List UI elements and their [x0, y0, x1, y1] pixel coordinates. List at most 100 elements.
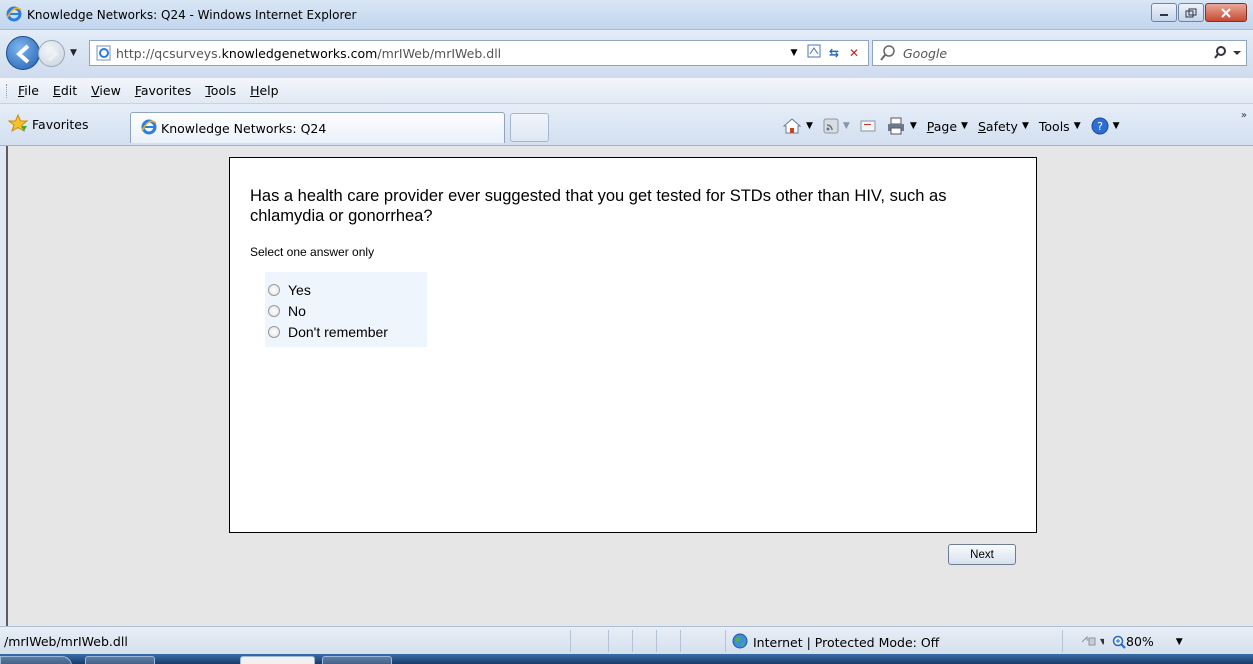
- feeds-button[interactable]: ▼: [823, 118, 850, 134]
- tools-menu-label: Tools: [1038, 118, 1070, 134]
- option-no[interactable]: No: [265, 300, 427, 321]
- instruction-text: Select one answer only: [250, 245, 375, 259]
- protected-mode-icon[interactable]: ▼: [1080, 633, 1107, 650]
- survey-card: Has a health care provider ever suggeste…: [229, 157, 1037, 533]
- new-tab-button[interactable]: [510, 113, 549, 142]
- safety-menu[interactable]: Safety ▼: [978, 119, 1029, 134]
- globe-icon: [732, 633, 748, 652]
- safety-menu-label: Safety: [977, 118, 1018, 134]
- taskbar-item[interactable]: [240, 656, 315, 664]
- page-menu-label: Page: [926, 118, 958, 134]
- tab-title: Knowledge Networks: Q24: [161, 120, 327, 136]
- start-button[interactable]: [0, 656, 72, 664]
- toolbar-grip: [6, 84, 9, 98]
- window-title: Knowledge Networks: Q24 - Windows Intern…: [27, 8, 357, 22]
- security-zone[interactable]: Internet | Protected Mode: Off: [732, 633, 939, 652]
- option-no-label: No: [288, 302, 306, 319]
- title-bar: Knowledge Networks: Q24 - Windows Intern…: [0, 0, 1253, 30]
- option-yes[interactable]: Yes: [265, 279, 427, 300]
- status-bar: /mrIWeb/mrIWeb.dll Internet | Protected …: [0, 626, 1253, 654]
- option-dont-remember[interactable]: Don't remember: [265, 321, 427, 342]
- question-text: Has a health care provider ever suggeste…: [250, 187, 947, 225]
- status-divider: [632, 630, 633, 652]
- taskbar-item[interactable]: [85, 656, 155, 664]
- forward-button[interactable]: [38, 40, 65, 67]
- back-arrow-icon: [15, 44, 30, 64]
- menu-edit[interactable]: Edit: [53, 83, 77, 98]
- ie-logo-icon: [6, 6, 22, 25]
- menu-help[interactable]: Help: [250, 83, 279, 98]
- tab-knowledge-networks[interactable]: Knowledge Networks: Q24: [130, 112, 505, 143]
- page-icon: [96, 45, 112, 64]
- search-box[interactable]: Google: [872, 40, 1247, 66]
- radio-dont-remember[interactable]: [268, 325, 280, 338]
- svg-text:?: ?: [1097, 120, 1103, 133]
- tools-menu[interactable]: Tools ▼: [1039, 119, 1081, 134]
- answer-options: Yes No Don't remember: [265, 272, 427, 347]
- command-bar: ▼ ▼ ▼ Page ▼ Safety ▼ Tools ▼ ? ▼: [782, 112, 1130, 140]
- zoom-level: 80%: [1126, 634, 1154, 649]
- security-zone-text: Internet | Protected Mode: Off: [753, 635, 940, 650]
- close-icon: [1221, 7, 1231, 18]
- page-menu[interactable]: Page ▼: [927, 119, 968, 134]
- zoom-control[interactable]: 80%: [1112, 634, 1162, 649]
- home-icon: [782, 118, 802, 134]
- url-domain: knowledgenetworks.com: [221, 46, 378, 61]
- read-mail-button[interactable]: [860, 119, 876, 133]
- menu-bar: File Edit View Favorites Tools Help: [0, 78, 1253, 104]
- status-divider: [680, 630, 681, 652]
- minimize-button[interactable]: [1151, 3, 1177, 22]
- url-path: /mrIWeb/mrIWeb.dll: [377, 46, 502, 61]
- taskbar-item[interactable]: [322, 656, 392, 664]
- minimize-icon: [1160, 13, 1168, 16]
- radio-yes[interactable]: [268, 283, 280, 296]
- next-button[interactable]: Next: [948, 544, 1016, 565]
- option-yes-label: Yes: [288, 281, 311, 298]
- address-dropdown-icon[interactable]: ▼: [784, 43, 804, 63]
- zoom-dropdown-icon[interactable]: ▼: [1176, 637, 1183, 647]
- print-button[interactable]: ▼: [886, 117, 917, 135]
- status-text: /mrIWeb/mrIWeb.dll: [4, 634, 128, 649]
- status-divider: [608, 630, 609, 652]
- menu-favorites[interactable]: Favorites: [135, 83, 191, 98]
- svg-text:▼: ▼: [1100, 637, 1104, 646]
- radio-no[interactable]: [268, 304, 280, 317]
- status-divider: [656, 630, 657, 652]
- stop-icon[interactable]: ✕: [844, 43, 864, 63]
- close-window-button[interactable]: [1205, 3, 1247, 22]
- taskbar: [0, 654, 1253, 664]
- forward-arrow-icon: [48, 46, 59, 62]
- url-text: http://qcsurveys.knowledgenetworks.com/m…: [116, 46, 501, 61]
- address-bar[interactable]: http://qcsurveys.knowledgenetworks.com/m…: [89, 40, 869, 66]
- search-placeholder: Google: [903, 46, 948, 61]
- feeds-icon: [823, 118, 839, 134]
- back-button[interactable]: [6, 36, 40, 70]
- menu-file[interactable]: File: [18, 83, 39, 98]
- compatibility-icon[interactable]: [804, 43, 824, 63]
- favorites-button[interactable]: Favorites: [7, 113, 89, 135]
- tab-ie-icon: [141, 119, 157, 138]
- favorites-label: Favorites: [32, 117, 89, 132]
- menu-tools[interactable]: Tools: [205, 83, 236, 98]
- menu-view[interactable]: View: [91, 83, 121, 98]
- restore-icon: [1185, 8, 1197, 17]
- status-divider: [725, 630, 726, 652]
- restore-button[interactable]: [1178, 3, 1204, 22]
- favorites-star-icon: [7, 113, 29, 135]
- print-icon: [887, 117, 904, 135]
- search-icon[interactable]: [1214, 44, 1242, 65]
- home-button[interactable]: ▼: [782, 117, 813, 135]
- status-divider: [1062, 630, 1063, 652]
- address-toolbar: ▼ http://qcsurveys.knowledgenetworks.com…: [0, 30, 1253, 78]
- status-divider: [570, 630, 571, 652]
- refresh-icon[interactable]: ⇆: [824, 43, 844, 63]
- mail-icon: [860, 120, 876, 132]
- history-dropdown-icon[interactable]: ▼: [70, 48, 77, 58]
- page-content: Has a health care provider ever suggeste…: [6, 146, 1253, 626]
- option-dont-remember-label: Don't remember: [288, 323, 388, 340]
- search-provider-icon: [879, 44, 897, 65]
- toolbar-overflow-icon[interactable]: »: [1241, 110, 1247, 121]
- favorites-bar: Favorites Knowledge Networks: Q24 ▼ ▼ ▼ …: [0, 104, 1253, 146]
- help-button[interactable]: ? ▼: [1091, 117, 1120, 135]
- zoom-icon: [1112, 635, 1126, 649]
